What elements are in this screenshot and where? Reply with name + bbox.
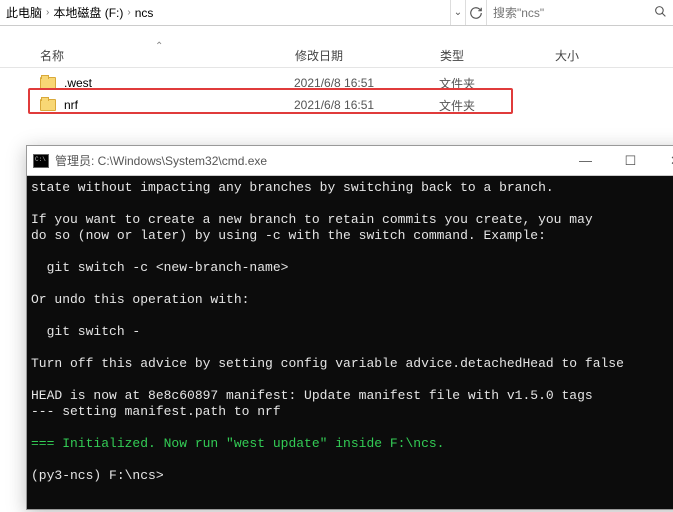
refresh-button[interactable] (465, 0, 486, 25)
crumb-drive[interactable]: 本地磁盘 (F:) (53, 4, 123, 21)
col-size-header[interactable]: 大小 (555, 47, 673, 64)
cmd-icon (33, 154, 49, 168)
folder-icon (40, 77, 56, 89)
list-item[interactable]: nrf 2021/6/8 16:51 文件夹 (0, 94, 673, 116)
col-type-header[interactable]: 类型 (440, 47, 555, 64)
col-date-header[interactable]: 修改日期 (295, 47, 440, 64)
list-item[interactable]: .west 2021/6/8 16:51 文件夹 (0, 72, 673, 94)
crumb-folder[interactable]: ncs (135, 6, 154, 20)
folder-icon (40, 99, 56, 111)
chevron-right-icon: › (127, 7, 130, 18)
sort-indicator-icon: ⌃ (155, 41, 163, 52)
terminal-prompt: (py3-ncs) F:\ncs> (31, 468, 164, 483)
search-box[interactable] (486, 0, 673, 25)
file-name: nrf (64, 98, 294, 112)
search-input[interactable] (493, 6, 648, 20)
window-controls: — ☐ ✕ (563, 146, 673, 175)
terminal-success-line: === Initialized. Now run "west update" i… (31, 436, 444, 451)
file-name: .west (64, 76, 294, 90)
file-date: 2021/6/8 16:51 (294, 98, 439, 112)
file-type: 文件夹 (439, 97, 554, 114)
file-date: 2021/6/8 16:51 (294, 76, 439, 90)
file-type: 文件夹 (439, 75, 554, 92)
col-name-header[interactable]: 名称 ⌃ (40, 47, 295, 64)
minimize-button[interactable]: — (563, 146, 608, 175)
chevron-right-icon: › (46, 7, 49, 18)
terminal-output: state without impacting any branches by … (31, 180, 624, 419)
maximize-button[interactable]: ☐ (608, 146, 653, 175)
file-list: .west 2021/6/8 16:51 文件夹 nrf 2021/6/8 16… (0, 68, 673, 116)
breadcrumb[interactable]: 此电脑 › 本地磁盘 (F:) › ncs (0, 0, 450, 25)
terminal-body[interactable]: state without impacting any branches by … (27, 176, 673, 509)
close-button[interactable]: ✕ (653, 146, 673, 175)
col-name-label: 名称 (40, 49, 64, 63)
terminal-title: 管理员: C:\Windows\System32\cmd.exe (55, 152, 563, 169)
search-icon[interactable] (654, 5, 667, 21)
column-headers: 名称 ⌃ 修改日期 类型 大小 (0, 44, 673, 68)
terminal-titlebar[interactable]: 管理员: C:\Windows\System32\cmd.exe — ☐ ✕ (27, 146, 673, 176)
terminal-window: 管理员: C:\Windows\System32\cmd.exe — ☐ ✕ s… (26, 145, 673, 510)
crumb-root[interactable]: 此电脑 (6, 4, 42, 21)
address-bar: 此电脑 › 本地磁盘 (F:) › ncs ⌄ (0, 0, 673, 26)
history-dropdown-button[interactable]: ⌄ (450, 0, 465, 25)
